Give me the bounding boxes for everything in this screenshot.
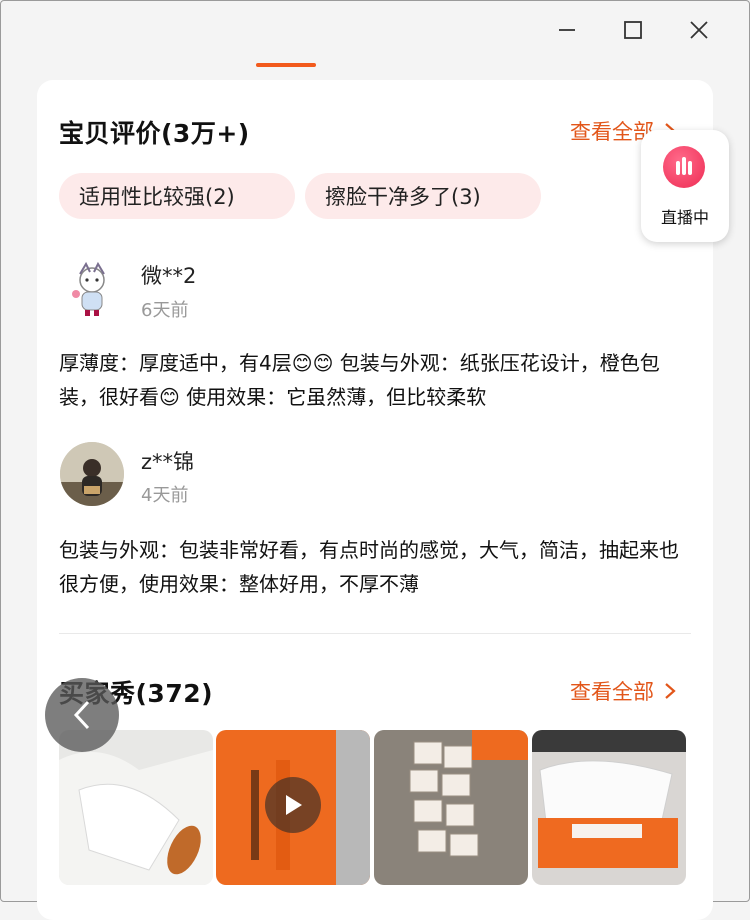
minimize-button[interactable] [534, 14, 600, 46]
close-icon [690, 21, 708, 39]
review-username: 微**2 [141, 264, 197, 288]
chevron-right-icon [665, 683, 676, 699]
window-controls [534, 14, 732, 46]
review-time: 4天前 [141, 485, 189, 506]
maximize-icon [624, 21, 642, 39]
play-icon [286, 795, 302, 815]
review-text[interactable]: 包装与外观：包装非常好看，有点时尚的感觉，大气，简洁，抽起来也很方便，使用效果：… [59, 533, 695, 601]
minimize-icon [559, 29, 575, 31]
buyer-photo-image [374, 730, 528, 885]
maximize-button[interactable] [600, 14, 666, 46]
live-badge[interactable]: 直播中 [641, 130, 729, 242]
section-divider [59, 633, 691, 634]
review-tag-1[interactable]: 适用性比较强(2) [59, 173, 295, 219]
review-time: 6天前 [141, 300, 189, 321]
buyer-show-see-all-link[interactable]: 查看全部 [570, 676, 676, 706]
active-tab-indicator [256, 63, 316, 67]
review-username: z**锦 [141, 450, 195, 474]
carousel-prev-button[interactable] [45, 678, 119, 752]
live-label: 直播中 [660, 208, 709, 227]
buyer-photo-image [532, 730, 686, 885]
reviews-title: 宝贝评价(3万+) [59, 119, 250, 148]
buyer-photo[interactable] [374, 730, 528, 885]
buyer-photo[interactable] [532, 730, 686, 885]
buyer-photo-image [59, 730, 213, 885]
avatar[interactable] [60, 442, 124, 506]
see-all-label: 查看全部 [570, 680, 654, 704]
chevron-left-icon [73, 700, 90, 730]
live-icon [663, 146, 705, 188]
user-photo-avatar-icon [60, 442, 124, 506]
close-button[interactable] [666, 14, 732, 46]
buyer-photo[interactable] [59, 730, 213, 885]
play-button[interactable] [265, 777, 321, 833]
review-tag-2[interactable]: 擦脸干净多了(3) [305, 173, 541, 219]
avatar[interactable] [60, 258, 124, 322]
cartoon-avatar-icon [72, 261, 105, 316]
review-text[interactable]: 厚薄度：厚度适中，有4层😊😊 包装与外观：纸张压花设计，橙色包装，很好看😊 使用… [59, 346, 695, 414]
